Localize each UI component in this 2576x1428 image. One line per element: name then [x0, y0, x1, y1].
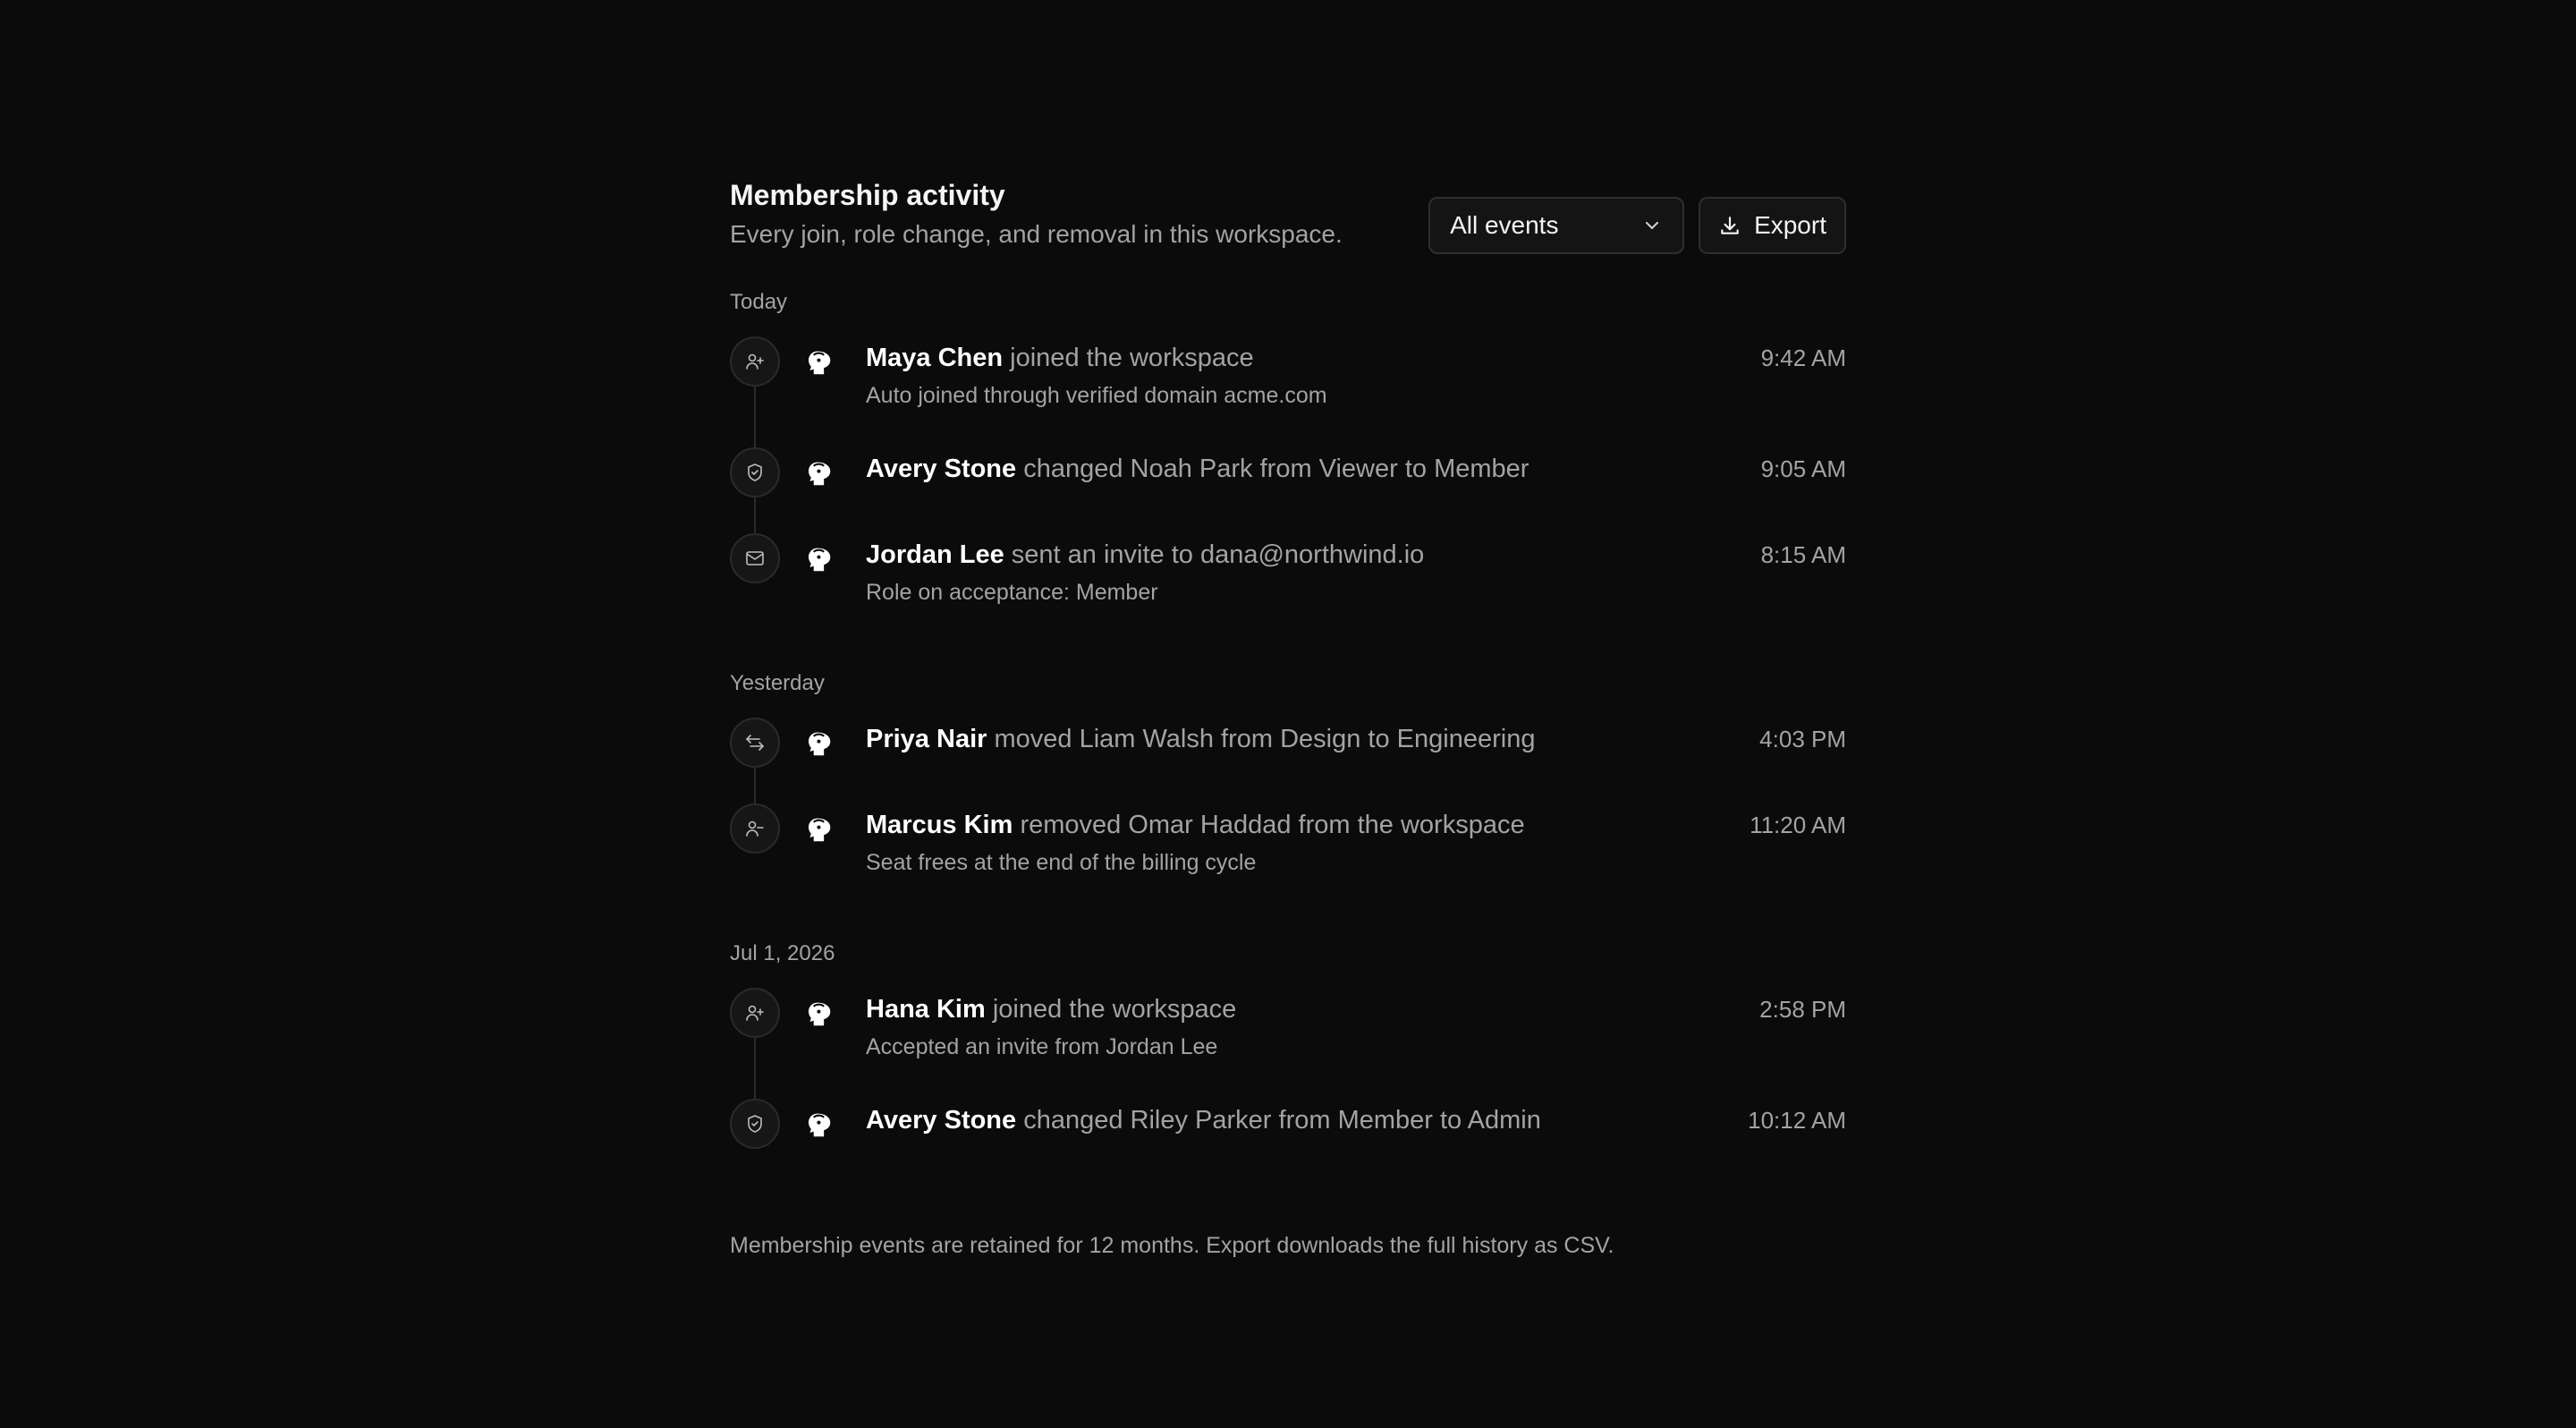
event-summary: Marcus Kim removed Omar Haddad from the … [866, 809, 1846, 841]
activity-event-row[interactable]: Avery Stone changed Riley Parker from Me… [730, 1099, 1846, 1181]
export-button-label: Export [1754, 211, 1826, 239]
download-icon [1721, 217, 1739, 234]
event-body: Hana Kim joined the workspace Accepted an… [866, 988, 1846, 1099]
panel-header: Membership activity Every join, role cha… [730, 174, 1846, 259]
mail-icon [730, 533, 780, 583]
avatar [792, 718, 843, 768]
event-action: changed Riley Parker from Member to Admi… [1016, 1106, 1541, 1135]
activity-event-row[interactable]: Hana Kim joined the workspace Accepted an… [730, 988, 1846, 1099]
timeline-connector [754, 387, 756, 447]
event-list: Hana Kim joined the workspace Accepted an… [730, 988, 1846, 1181]
event-summary: Avery Stone changed Riley Parker from Me… [866, 1104, 1846, 1136]
event-filter-value: All events [1450, 211, 1559, 239]
activity-event-row[interactable]: Marcus Kim removed Omar Haddad from the … [730, 803, 1846, 886]
event-detail: Seat frees at the end of the billing cyc… [866, 850, 1257, 875]
event-body: Marcus Kim removed Omar Haddad from the … [866, 803, 1846, 886]
event-actor[interactable]: Jordan Lee [866, 540, 1004, 569]
timeline-rail [730, 718, 780, 803]
event-timestamp: 9:05 AM [1760, 455, 1846, 482]
avatar [792, 1099, 843, 1149]
event-detail: Role on acceptance: Member [866, 580, 1158, 605]
avatar [792, 988, 843, 1038]
avatar [792, 803, 843, 854]
event-summary: Priya Nair moved Liam Walsh from Design … [866, 723, 1846, 755]
event-body: Avery Stone changed Riley Parker from Me… [866, 1099, 1846, 1181]
group-date-label: Yesterday [730, 671, 825, 695]
event-timestamp: 11:20 AM [1750, 812, 1846, 838]
page-subtitle: Every join, role change, and removal in … [730, 220, 1343, 248]
timeline-connector [754, 768, 756, 803]
user-plus-icon [730, 336, 780, 387]
event-timestamp: 4:03 PM [1759, 726, 1846, 752]
export-button[interactable]: Export [1699, 197, 1846, 254]
event-summary: Avery Stone changed Noah Park from Viewe… [866, 453, 1846, 485]
event-timestamp: 2:58 PM [1759, 996, 1846, 1023]
event-timestamp: 8:15 AM [1760, 541, 1846, 568]
timeline-connector [754, 497, 756, 533]
activity-event-row[interactable]: Maya Chen joined the workspace Auto joine… [730, 336, 1846, 447]
timeline-connector [754, 1038, 756, 1099]
activity-group: Today Maya Chen joined the workspace Auto … [730, 288, 1846, 616]
timeline-rail [730, 447, 780, 533]
group-date-label: Jul 1, 2026 [730, 941, 835, 965]
retention-note: Membership events are retained for 12 mo… [730, 1233, 1614, 1258]
event-filter-select[interactable]: All events [1428, 197, 1685, 254]
event-list: Priya Nair moved Liam Walsh from Design … [730, 718, 1846, 886]
timeline-rail [730, 988, 780, 1099]
event-actor[interactable]: Hana Kim [866, 995, 986, 1024]
activity-event-row[interactable]: Priya Nair moved Liam Walsh from Design … [730, 718, 1846, 803]
header-controls: All events Export [1428, 197, 1846, 254]
event-actor[interactable]: Marcus Kim [866, 811, 1013, 839]
user-plus-icon [730, 988, 780, 1038]
event-detail: Auto joined through verified domain acme… [866, 383, 1327, 408]
chevron-down-icon [1646, 222, 1659, 229]
activity-timeline: Today Maya Chen joined the workspace Auto … [730, 288, 1846, 1181]
timeline-rail [730, 1099, 780, 1181]
shield-icon [730, 447, 780, 497]
group-date-label: Today [730, 290, 788, 314]
membership-activity-panel: Membership activity Every join, role cha… [730, 174, 1846, 1260]
event-detail: Accepted an invite from Jordan Lee [866, 1034, 1218, 1059]
event-timestamp: 9:42 AM [1760, 344, 1846, 371]
event-action: moved Liam Walsh from Design to Engineer… [987, 725, 1536, 753]
event-action: removed Omar Haddad from the workspace [1013, 811, 1525, 839]
event-body: Jordan Lee sent an invite to dana@northw… [866, 533, 1846, 616]
event-summary: Maya Chen joined the workspace [866, 342, 1846, 374]
event-actor[interactable]: Priya Nair [866, 725, 987, 753]
event-body: Priya Nair moved Liam Walsh from Design … [866, 718, 1846, 803]
event-summary: Jordan Lee sent an invite to dana@northw… [866, 539, 1846, 571]
avatar [792, 533, 843, 583]
avatar [792, 336, 843, 387]
event-body: Maya Chen joined the workspace Auto joine… [866, 336, 1846, 447]
shield-icon [730, 1099, 780, 1149]
activity-group: Jul 1, 2026 Hana Kim joined the workspace… [730, 939, 1846, 1181]
timeline-rail [730, 336, 780, 447]
arrows-swap-icon [730, 718, 780, 768]
timeline-rail [730, 533, 780, 616]
event-action: joined the workspace [985, 995, 1237, 1024]
event-action: joined the workspace [1003, 344, 1254, 372]
event-summary: Hana Kim joined the workspace [866, 993, 1846, 1025]
event-actor[interactable]: Maya Chen [866, 344, 1003, 372]
avatar [792, 447, 843, 497]
event-list: Maya Chen joined the workspace Auto joine… [730, 336, 1846, 616]
event-actor[interactable]: Avery Stone [866, 1106, 1016, 1135]
event-timestamp: 10:12 AM [1748, 1107, 1846, 1134]
event-action: sent an invite to dana@northwind.io [1004, 540, 1425, 569]
activity-event-row[interactable]: Avery Stone changed Noah Park from Viewe… [730, 447, 1846, 533]
activity-event-row[interactable]: Jordan Lee sent an invite to dana@northw… [730, 533, 1846, 616]
event-action: changed Noah Park from Viewer to Member [1016, 455, 1530, 483]
timeline-rail [730, 803, 780, 886]
user-minus-icon [730, 803, 780, 854]
activity-group: Yesterday Priya Nair moved Liam Walsh fro… [730, 669, 1846, 886]
event-body: Avery Stone changed Noah Park from Viewe… [866, 447, 1846, 533]
page-title: Membership activity [730, 179, 1005, 211]
event-actor[interactable]: Avery Stone [866, 455, 1016, 483]
